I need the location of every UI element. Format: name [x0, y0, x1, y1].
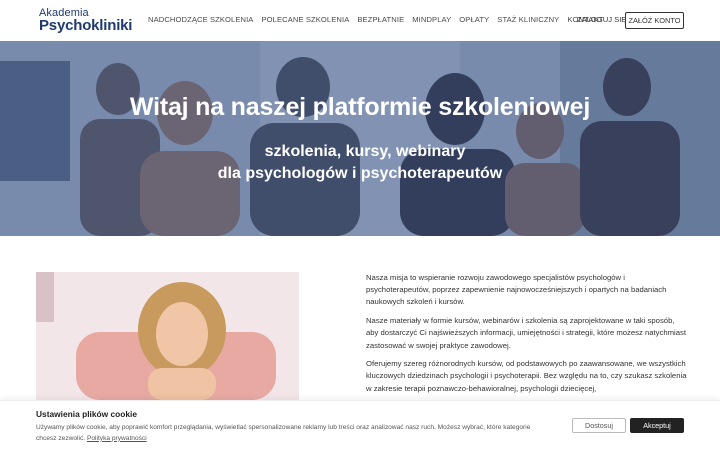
login-link[interactable]: ZALOGUJ SIĘ	[577, 15, 626, 24]
cookie-accept-button[interactable]: Akceptuj	[630, 418, 684, 433]
instructor-photo	[36, 272, 299, 400]
nav-recommended-trainings[interactable]: POLECANE SZKOLENIA	[261, 15, 349, 24]
mission-paragraph-1: Nasza misja to wspieranie rozwoju zawodo…	[366, 273, 667, 307]
hero-subtitle-1: szkolenia, kursy, webinary	[264, 143, 466, 160]
privacy-policy-link[interactable]: Polityka prywatności	[87, 435, 147, 442]
cookie-description: Używamy plików cookie, aby poprawić komf…	[36, 423, 546, 444]
hero-subtitle-2: dla psychologów i psychoterapeutów	[217, 165, 503, 182]
cookie-customize-button[interactable]: Dostosuj	[572, 418, 626, 433]
nav-mindplay[interactable]: MINDPLAY	[412, 15, 451, 24]
mission-text: Nasza misja to wspieranie rozwoju zawodo…	[366, 272, 688, 401]
hero-title: Witaj na naszej platformie szkoleniowej	[129, 93, 591, 121]
nav-upcoming-trainings[interactable]: NADCHODZĄCE SZKOLENIA	[148, 15, 253, 24]
nav-clinical-internship[interactable]: STAŻ KLINICZNY	[497, 15, 559, 24]
nav-free[interactable]: BEZPŁATNIE	[357, 15, 404, 24]
mission-paragraph-2: Nasze materiały w formie kursów, webinar…	[366, 316, 686, 350]
cookie-title: Ustawienia plików cookie	[36, 409, 137, 419]
mission-paragraph-3: Oferujemy szereg różnorodnych kursów, od…	[366, 359, 687, 393]
nav-fees[interactable]: OPŁATY	[459, 15, 489, 24]
logo-line2: Psychokliniki	[39, 17, 133, 34]
instructor-photo-image	[36, 272, 299, 400]
hero-overlay	[0, 41, 720, 236]
logo[interactable]: Akademia Psychokliniki	[39, 8, 133, 34]
cookie-banner: Ustawienia plików cookie Używamy plików …	[0, 400, 720, 450]
register-button[interactable]: ZAŁÓŻ KONTO	[625, 12, 684, 29]
site-header: Akademia Psychokliniki NADCHODZĄCE SZKOL…	[0, 0, 720, 41]
hero-banner: Witaj na naszej platformie szkoleniowej …	[0, 41, 720, 236]
main-nav: NADCHODZĄCE SZKOLENIA POLECANE SZKOLENIA…	[148, 15, 611, 24]
